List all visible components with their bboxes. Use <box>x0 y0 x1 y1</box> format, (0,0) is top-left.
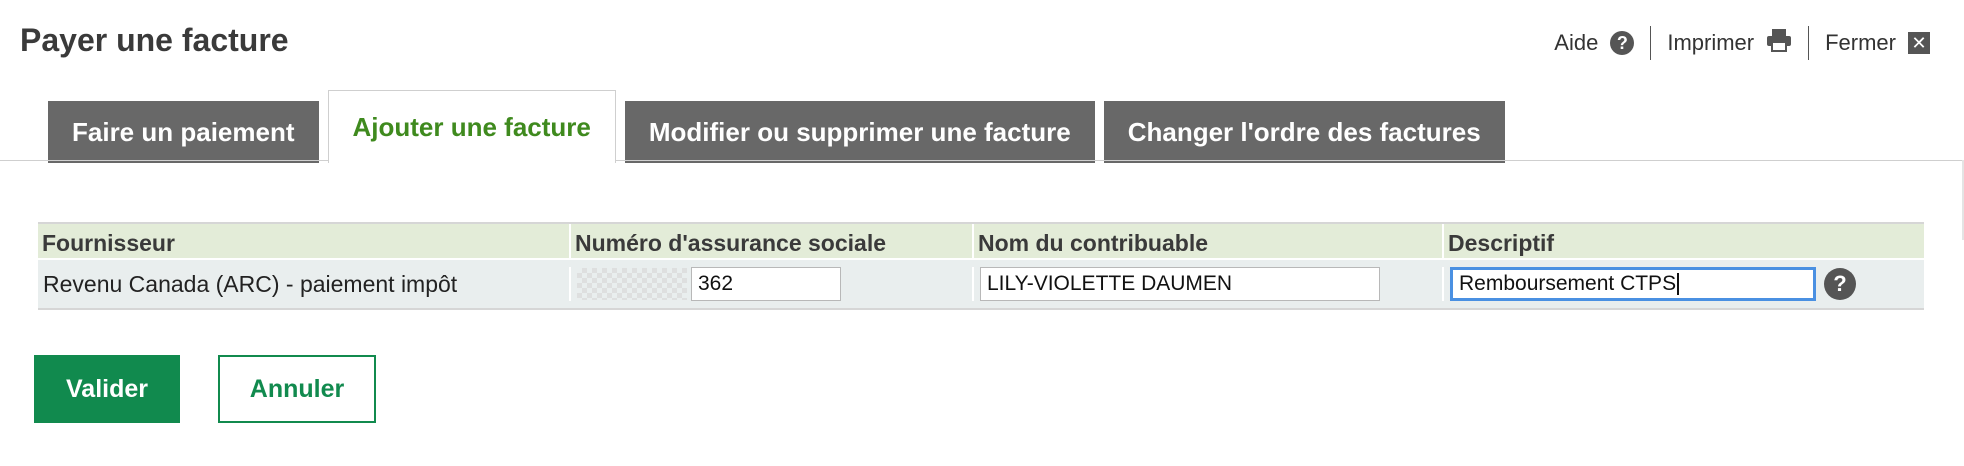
tab-label: Ajouter une facture <box>352 111 591 142</box>
table-header-row: Fournisseur Numéro d'assurance sociale N… <box>38 224 1924 260</box>
close-box-icon: ✕ <box>1908 32 1930 54</box>
tab-label: Faire un paiement <box>72 116 295 147</box>
sin-value: 362 <box>698 272 734 295</box>
page-title: Payer une facture <box>20 22 289 58</box>
print-link[interactable]: Imprimer <box>1651 28 1808 58</box>
close-label: Fermer <box>1825 30 1896 55</box>
header-sin: Numéro d'assurance sociale <box>569 224 972 258</box>
tab-add-bill[interactable]: Ajouter une facture <box>327 90 616 163</box>
help-link[interactable]: Aide ? <box>1538 30 1650 56</box>
bill-table: Fournisseur Numéro d'assurance sociale N… <box>38 222 1924 310</box>
print-label: Imprimer <box>1667 30 1755 55</box>
cancel-button[interactable]: Annuler <box>218 355 376 423</box>
tab-make-payment[interactable]: Faire un paiement <box>48 101 319 163</box>
tab-label: Modifier ou supprimer une facture <box>648 116 1071 147</box>
submit-button[interactable]: Valider <box>34 355 180 423</box>
tab-reorder-bills[interactable]: Changer l'ordre des factures <box>1103 101 1505 163</box>
taxpayer-name-input[interactable]: LILY-VIOLETTE DAUMEN <box>980 267 1380 301</box>
description-input[interactable]: Remboursement CTPS <box>1450 267 1816 301</box>
sin-cell: 362 <box>569 267 972 301</box>
taxpayer-cell: LILY-VIOLETTE DAUMEN <box>972 267 1442 301</box>
header-description: Descriptif <box>1442 224 1924 258</box>
tab-bar: Faire un paiement Ajouter une facture Mo… <box>48 90 1505 163</box>
description-cell: Remboursement CTPS ? <box>1442 267 1924 301</box>
supplier-name: Revenu Canada (ARC) - paiement impôt <box>43 270 458 297</box>
taxpayer-name-value: LILY-VIOLETTE DAUMEN <box>987 272 1233 295</box>
header-supplier: Fournisseur <box>42 229 175 256</box>
header-links: Aide ? Imprimer Fermer ✕ <box>1538 26 1946 60</box>
pay-bill-page: Payer une facture Aide ? Imprimer Fermer… <box>0 0 1964 466</box>
tab-label: Changer l'ordre des factures <box>1127 116 1481 147</box>
printer-icon <box>1766 28 1792 58</box>
tab-panel-border <box>0 160 1964 161</box>
sin-input[interactable]: 362 <box>691 267 841 301</box>
help-circle-icon[interactable]: ? <box>1824 268 1856 300</box>
help-label: Aide <box>1554 30 1599 55</box>
tab-edit-delete-bill[interactable]: Modifier ou supprimer une facture <box>624 101 1095 163</box>
text-caret <box>1677 273 1680 295</box>
help-circle-icon: ? <box>1610 31 1635 55</box>
redaction-mask <box>577 268 687 300</box>
close-link[interactable]: Fermer ✕ <box>1809 30 1946 56</box>
description-value: Remboursement CTPS <box>1459 272 1677 295</box>
header-taxpayer-name: Nom du contribuable <box>972 224 1442 258</box>
table-row: Revenu Canada (ARC) - paiement impôt 362… <box>38 260 1924 308</box>
